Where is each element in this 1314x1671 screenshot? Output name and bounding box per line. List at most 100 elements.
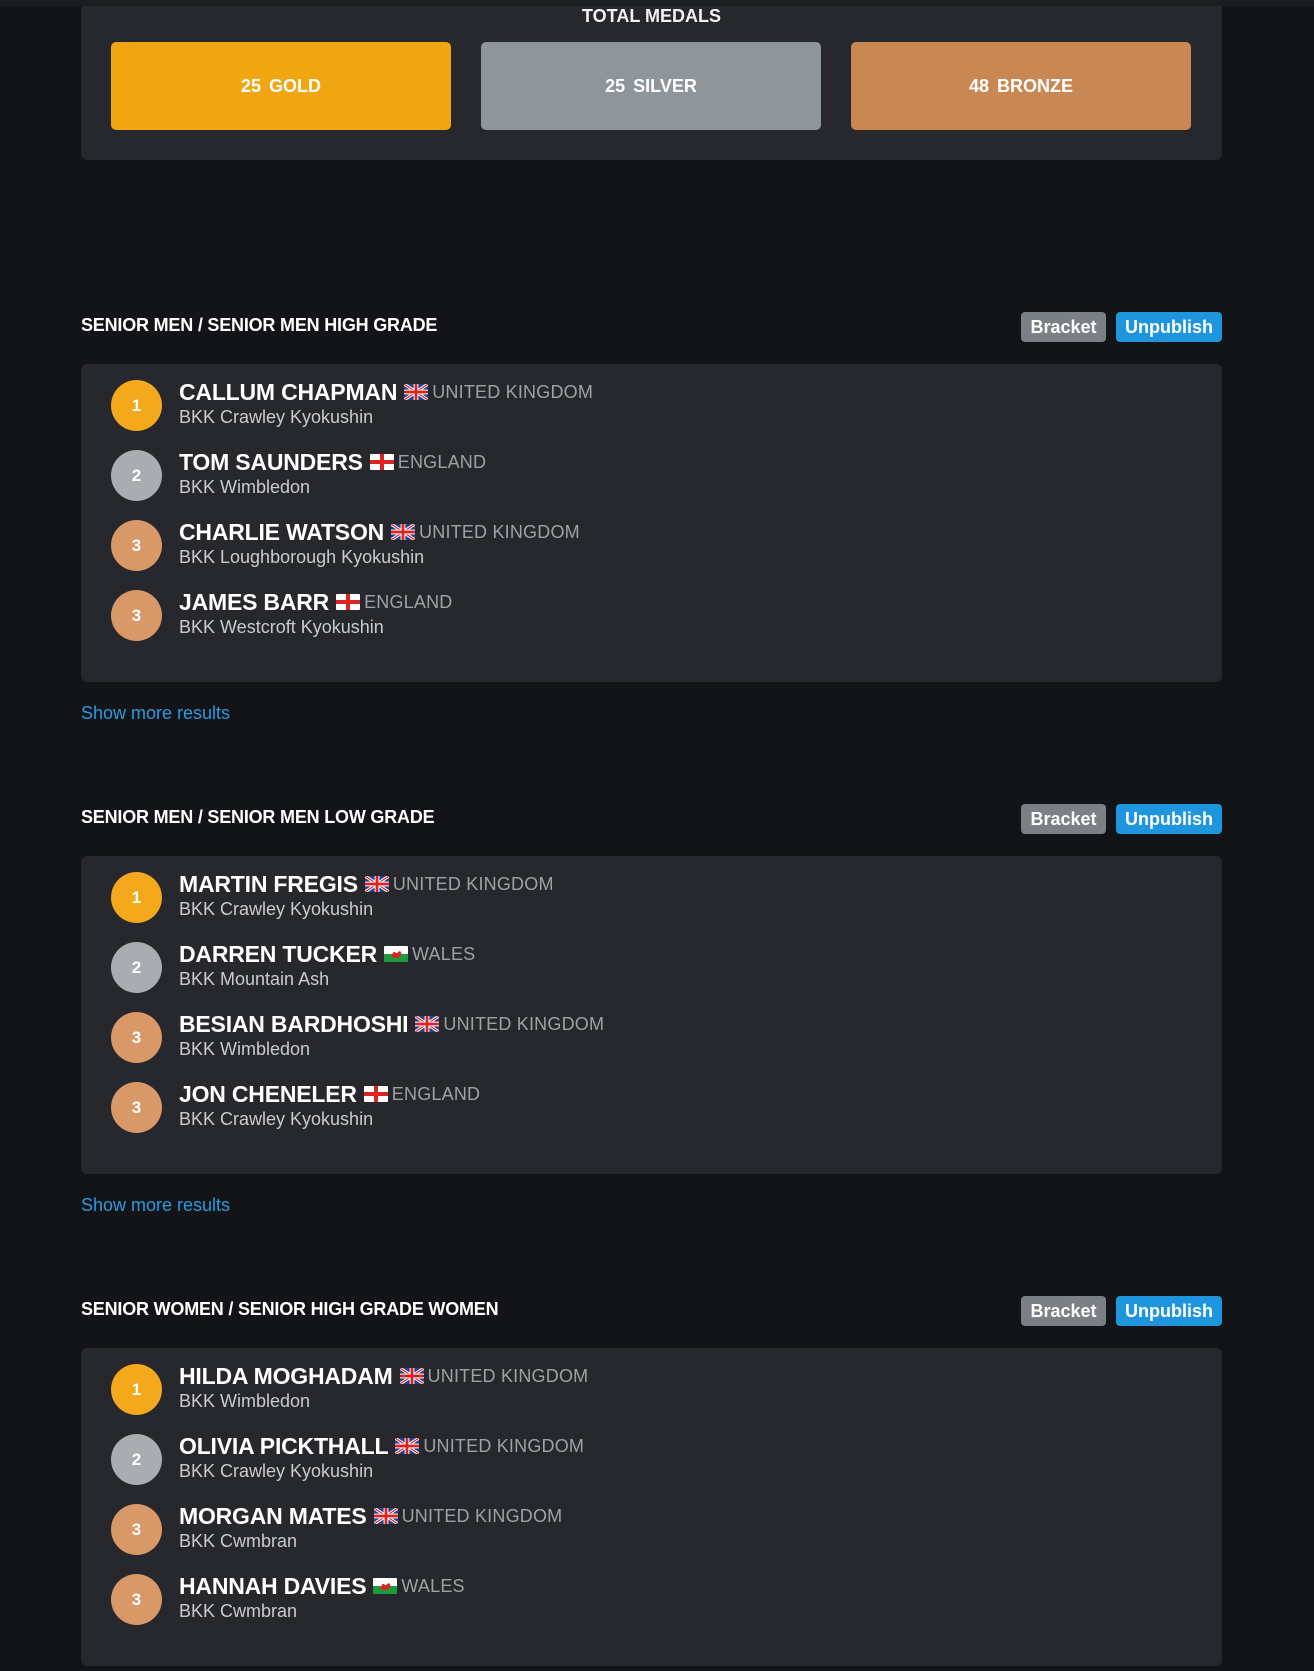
results-panel: 1 MARTIN FREGIS UNITED KINGDOM BKK Crawley … bbox=[81, 856, 1222, 1174]
place-badge: 3 bbox=[111, 1012, 162, 1063]
athlete-name: HANNAH DAVIES bbox=[179, 1572, 367, 1599]
athlete-line: BESIAN BARDHOSHI UNITED KINGDOM bbox=[179, 1010, 604, 1038]
unpublish-button[interactable]: Unpublish bbox=[1116, 312, 1222, 342]
athlete-line: CHARLIE WATSON UNITED KINGDOM bbox=[179, 518, 580, 546]
category-title: SENIOR MEN / SENIOR MEN LOW GRADE bbox=[81, 807, 435, 827]
athlete-line: TOM SAUNDERS ENGLAND bbox=[179, 448, 486, 476]
athlete-club: BKK Crawley Kyokushin bbox=[179, 1109, 374, 1129]
category-title: SENIOR WOMEN / SENIOR HIGH GRADE WOMEN bbox=[81, 1299, 499, 1319]
uk-flag-icon bbox=[399, 1368, 424, 1384]
athlete-club: BKK Westcroft Kyokushin bbox=[179, 617, 384, 637]
athlete-country: UNITED KINGDOM bbox=[432, 381, 594, 402]
unpublish-button[interactable]: Unpublish bbox=[1116, 804, 1222, 834]
athlete-line: DARREN TUCKER WALES bbox=[179, 940, 475, 968]
place-badge: 1 bbox=[111, 1364, 162, 1415]
results-panel: 1 CALLUM CHAPMAN UNITED KINGDOM BKK Crawley… bbox=[81, 364, 1222, 682]
result-details: JON CHENELER ENGLAND BKK Crawley Kyokushin bbox=[179, 1080, 480, 1130]
place-badge: 1 bbox=[111, 380, 162, 431]
athlete-name: MORGAN MATES bbox=[179, 1502, 367, 1529]
athlete-name: BESIAN BARDHOSHI bbox=[179, 1010, 409, 1037]
place-badge: 3 bbox=[111, 520, 162, 571]
athlete-club: BKK Wimbledon bbox=[179, 1039, 311, 1059]
england-flag-icon bbox=[363, 1086, 388, 1102]
result-row: 3 HANNAH DAVIES WALES BKK Cwmbran bbox=[81, 1570, 1222, 1630]
uk-flag-icon bbox=[364, 876, 389, 892]
total-medals-title: TOTAL MEDALS bbox=[582, 6, 721, 26]
bronze-count: 48 bbox=[968, 75, 990, 96]
athlete-country: UNITED KINGDOM bbox=[423, 1435, 585, 1456]
athlete-line: MARTIN FREGIS UNITED KINGDOM bbox=[179, 870, 554, 898]
athlete-country: ENGLAND bbox=[364, 591, 453, 612]
uk-flag-icon bbox=[391, 524, 416, 540]
bracket-button[interactable]: Bracket bbox=[1021, 804, 1106, 834]
athlete-name: TOM SAUNDERS bbox=[179, 448, 363, 475]
athlete-name: JON CHENELER bbox=[179, 1080, 357, 1107]
athlete-club: BKK Crawley Kyokushin bbox=[179, 1461, 374, 1481]
result-details: MARTIN FREGIS UNITED KINGDOM BKK Crawley K… bbox=[179, 870, 554, 920]
silver-count: 25 bbox=[605, 75, 626, 96]
athlete-club: BKK Mountain Ash bbox=[179, 969, 330, 989]
athlete-name: DARREN TUCKER bbox=[179, 940, 378, 967]
athlete-club: BKK Cwmbran bbox=[179, 1601, 298, 1621]
athlete-club: BKK Crawley Kyokushin bbox=[179, 899, 374, 919]
athlete-line: JAMES BARR ENGLAND bbox=[179, 588, 453, 616]
place-badge: 2 bbox=[111, 450, 162, 501]
category-header: SENIOR MEN / SENIOR MEN HIGH GRADE Brack… bbox=[81, 312, 1222, 344]
athlete-name: OLIVIA PICKTHALL bbox=[179, 1432, 389, 1459]
result-details: MORGAN MATES UNITED KINGDOM BKK Cwmbran bbox=[179, 1502, 562, 1552]
athlete-country: UNITED KINGDOM bbox=[427, 1365, 589, 1386]
place-badge: 1 bbox=[111, 872, 162, 923]
result-row: 1 CALLUM CHAPMAN UNITED KINGDOM BKK Crawley… bbox=[81, 376, 1222, 436]
results-panel: 1 HILDA MOGHADAM UNITED KINGDOM BKK Wimbled… bbox=[81, 1348, 1222, 1666]
show-more-results-link[interactable]: Show more results bbox=[81, 703, 230, 724]
athlete-name: HILDA MOGHADAM bbox=[179, 1362, 393, 1389]
athlete-name: CHARLIE WATSON bbox=[179, 518, 385, 545]
athlete-name: JAMES BARR bbox=[179, 588, 330, 615]
uk-flag-icon bbox=[395, 1438, 420, 1454]
bronze-medal-count: 48 BRONZE bbox=[851, 42, 1191, 130]
result-row: 2 DARREN TUCKER WALES BKK Mountain Ash bbox=[81, 938, 1222, 998]
athlete-country: ENGLAND bbox=[391, 1083, 481, 1104]
athlete-line: HANNAH DAVIES WALES bbox=[179, 1572, 465, 1600]
result-row: 3 BESIAN BARDHOSHI UNITED KINGDOM BKK Wimbl… bbox=[81, 1008, 1222, 1068]
athlete-country: UNITED KINGDOM bbox=[443, 1013, 605, 1034]
athlete-country: WALES bbox=[412, 943, 476, 964]
athlete-country: UNITED KINGDOM bbox=[401, 1505, 563, 1526]
result-row: 3 JON CHENELER ENGLAND BKK Crawley Kyokushi… bbox=[81, 1078, 1222, 1138]
gold-count: 25 bbox=[240, 75, 262, 96]
athlete-club: BKK Crawley Kyokushin bbox=[179, 407, 374, 427]
result-details: OLIVIA PICKTHALL UNITED KINGDOM BKK Crawle… bbox=[179, 1432, 584, 1482]
place-badge: 3 bbox=[111, 590, 162, 641]
result-details: HANNAH DAVIES WALES BKK Cwmbran bbox=[179, 1572, 465, 1622]
total-medals-panel: TOTAL MEDALS 25 GOLD 25 SILVER 48 BRONZE bbox=[81, 6, 1222, 160]
place-badge: 3 bbox=[111, 1574, 162, 1625]
place-badge: 3 bbox=[111, 1082, 162, 1133]
result-row: 3 MORGAN MATES UNITED KINGDOM BKK Cwmbran bbox=[81, 1500, 1222, 1560]
result-details: CHARLIE WATSON UNITED KINGDOM BKK Loughbor… bbox=[179, 518, 580, 568]
gold-medal-count: 25 GOLD bbox=[111, 42, 451, 130]
result-details: DARREN TUCKER WALES BKK Mountain Ash bbox=[179, 940, 475, 990]
athlete-name: CALLUM CHAPMAN bbox=[179, 378, 398, 405]
athlete-country: WALES bbox=[401, 1575, 465, 1596]
athlete-club: BKK Wimbledon bbox=[179, 1391, 311, 1411]
result-row: 3 CHARLIE WATSON UNITED KINGDOM BKK Loughbo… bbox=[81, 516, 1222, 576]
bronze-label: BRONZE bbox=[997, 75, 1074, 96]
bracket-button[interactable]: Bracket bbox=[1021, 312, 1106, 342]
athlete-name: MARTIN FREGIS bbox=[179, 870, 358, 897]
result-row: 1 HILDA MOGHADAM UNITED KINGDOM BKK Wimbled… bbox=[81, 1360, 1222, 1420]
category-header: SENIOR MEN / SENIOR MEN LOW GRADE Bracke… bbox=[81, 804, 1222, 836]
bracket-button[interactable]: Bracket bbox=[1021, 1296, 1106, 1326]
wales-flag-icon bbox=[384, 946, 409, 962]
athlete-club: BKK Wimbledon bbox=[179, 477, 311, 497]
place-badge: 2 bbox=[111, 942, 162, 993]
athlete-line: CALLUM CHAPMAN UNITED KINGDOM bbox=[179, 378, 593, 406]
result-row: 2 TOM SAUNDERS ENGLAND BKK Wimbledon bbox=[81, 446, 1222, 506]
unpublish-button[interactable]: Unpublish bbox=[1116, 1296, 1222, 1326]
silver-label: SILVER bbox=[633, 75, 697, 96]
show-more-results-link[interactable]: Show more results bbox=[81, 1195, 230, 1216]
england-flag-icon bbox=[369, 454, 394, 470]
athlete-club: BKK Loughborough Kyokushin bbox=[179, 547, 425, 567]
athlete-line: JON CHENELER ENGLAND bbox=[179, 1080, 480, 1108]
england-flag-icon bbox=[336, 594, 361, 610]
category-header: SENIOR WOMEN / SENIOR HIGH GRADE WOMEN B… bbox=[81, 1296, 1222, 1328]
